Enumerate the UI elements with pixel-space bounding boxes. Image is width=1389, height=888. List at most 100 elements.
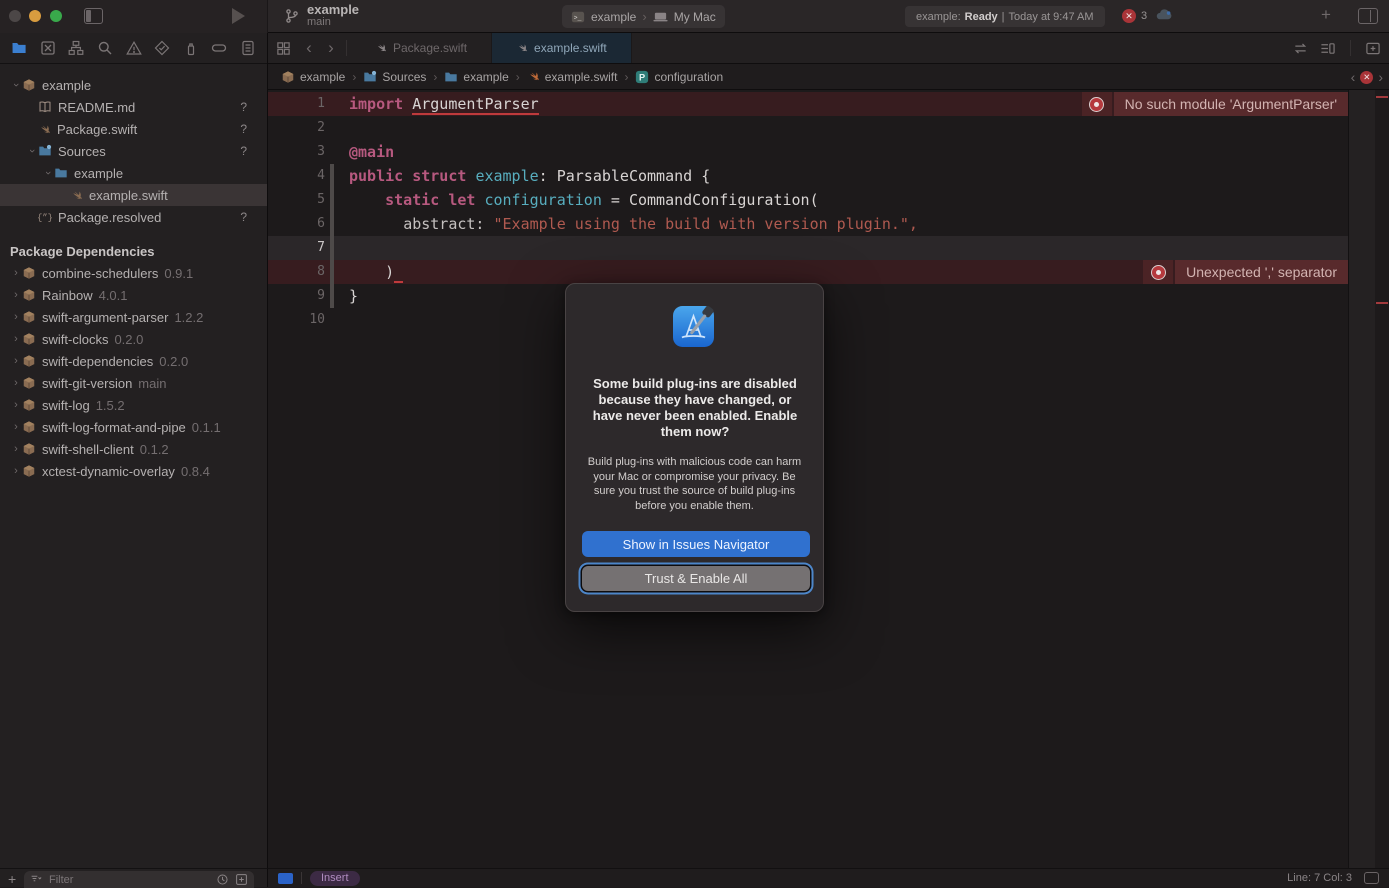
tree-item[interactable]: ›Sources?	[0, 140, 267, 162]
issue-dot-icon[interactable]: ✕	[1360, 71, 1373, 84]
issue-annotation[interactable]: Unexpected ',' separator	[1143, 260, 1348, 284]
forward-icon[interactable]: ›	[320, 33, 342, 63]
code-line[interactable]: 6 abstract: "Example using the build wit…	[268, 212, 1348, 236]
status-time: Today at 9:47 AM	[1009, 11, 1094, 23]
editor-settings-icon[interactable]	[1364, 872, 1379, 884]
related-items-swap-icon[interactable]	[1292, 41, 1309, 56]
project-navigator-tree: ›exampleREADME.md?Package.swift?›Sources…	[0, 74, 267, 482]
dependency-item[interactable]: ›swift-log1.5.2	[0, 394, 267, 416]
scrollbar-zone[interactable]	[1375, 90, 1389, 868]
editor-tab[interactable]: Package.swift	[351, 33, 492, 63]
code-line[interactable]: 3@main	[268, 140, 1348, 164]
disclosure-chevron-icon[interactable]: ›	[10, 311, 22, 323]
issue-navigator-tab[interactable]	[121, 35, 147, 61]
trust-and-enable-all-button[interactable]: Trust & Enable All	[582, 566, 810, 591]
status-project: example:	[916, 11, 961, 23]
filter-field[interactable]: Filter	[24, 871, 254, 888]
disclosure-chevron-icon[interactable]: ›	[10, 399, 22, 411]
chevron-separator: ›	[516, 70, 520, 84]
disclosure-chevron-icon[interactable]: ›	[10, 421, 22, 433]
recent-files-clock-icon[interactable]	[216, 873, 229, 886]
project-navigator-tab[interactable]	[6, 35, 32, 61]
code-line[interactable]: 5 static let configuration = CommandConf…	[268, 188, 1348, 212]
add-file-button[interactable]: +	[8, 871, 16, 887]
disclosure-chevron-icon[interactable]: ›	[10, 289, 22, 301]
dependency-item[interactable]: ›swift-dependencies0.2.0	[0, 350, 267, 372]
close-window-button[interactable]	[9, 10, 21, 22]
jump-bar-segment[interactable]: example	[281, 70, 345, 84]
activity-status[interactable]: example: Ready | Today at 9:47 AM	[905, 6, 1105, 27]
zoom-window-button[interactable]	[50, 10, 62, 22]
run-button[interactable]	[232, 8, 245, 24]
disclosure-chevron-icon[interactable]: ›	[10, 465, 22, 477]
test-navigator-icon	[154, 40, 170, 56]
dependency-item[interactable]: ›xctest-dynamic-overlay0.8.4	[0, 460, 267, 482]
library-add-icon[interactable]: +	[1316, 5, 1336, 25]
code-line[interactable]: 7	[268, 236, 1348, 260]
debug-navigator-tab[interactable]	[178, 35, 204, 61]
disclosure-chevron-icon[interactable]: ›	[10, 333, 22, 345]
tree-item[interactable]: Package.swift?	[0, 118, 267, 140]
line-number: 7	[268, 236, 325, 260]
dependency-item[interactable]: ›combine-schedulers0.9.1	[0, 262, 267, 284]
test-navigator-tab[interactable]	[149, 35, 175, 61]
package-icon	[281, 70, 295, 84]
line-number: 6	[268, 212, 325, 236]
scm-status-badge: ?	[240, 122, 247, 136]
show-in-issues-navigator-button[interactable]: Show in Issues Navigator	[582, 531, 810, 557]
toggle-inspector-icon[interactable]	[1358, 8, 1378, 24]
editor-grid-icon[interactable]	[268, 33, 298, 63]
disclosure-chevron-icon[interactable]: ›	[10, 79, 22, 91]
dependency-item[interactable]: ›swift-shell-client0.1.2	[0, 438, 267, 460]
tree-item[interactable]: example.swift	[0, 184, 267, 206]
previous-issue-icon[interactable]: ‹	[1351, 69, 1356, 85]
disclosure-chevron-icon[interactable]: ›	[42, 167, 54, 179]
find-navigator-tab[interactable]	[92, 35, 118, 61]
toggle-navigator-icon[interactable]	[84, 8, 103, 24]
breakpoint-navigator-icon	[211, 40, 227, 56]
code-line[interactable]: 1import ArgumentParserNo such module 'Ar…	[268, 92, 1348, 116]
dependency-item[interactable]: ›swift-argument-parser1.2.2	[0, 306, 267, 328]
scheme-target[interactable]: example	[591, 10, 636, 24]
disclosure-chevron-icon[interactable]: ›	[10, 443, 22, 455]
breakpoint-navigator-tab[interactable]	[206, 35, 232, 61]
jump-bar-segment[interactable]: Pconfiguration	[635, 70, 723, 84]
adjust-editor-options-icon[interactable]	[1319, 41, 1336, 56]
code-line[interactable]: 4public struct example: ParsableCommand …	[268, 164, 1348, 188]
add-editor-icon[interactable]	[1365, 41, 1381, 56]
dependency-item[interactable]: ›swift-log-format-and-pipe0.1.1	[0, 416, 267, 438]
tree-item[interactable]: {”}Package.resolved?	[0, 206, 267, 228]
minimize-window-button[interactable]	[29, 10, 41, 22]
jump-bar-segment[interactable]: example.swift	[527, 70, 618, 84]
report-navigator-tab[interactable]	[235, 35, 261, 61]
issues-badge[interactable]: ✕ 3	[1122, 9, 1147, 23]
code-line[interactable]: 2	[268, 116, 1348, 140]
disclosure-chevron-icon[interactable]: ›	[26, 145, 38, 157]
scm-changes-icon[interactable]	[235, 873, 248, 886]
disclosure-chevron-icon[interactable]: ›	[10, 377, 22, 389]
dependency-item[interactable]: ›swift-clocks0.2.0	[0, 328, 267, 350]
source-editor[interactable]: 1import ArgumentParserNo such module 'Ar…	[268, 90, 1389, 868]
tree-item[interactable]: README.md?	[0, 96, 267, 118]
dependency-item[interactable]: ›swift-git-versionmain	[0, 372, 267, 394]
editor-tab[interactable]: example.swift	[492, 33, 632, 63]
disclosure-chevron-icon[interactable]: ›	[10, 355, 22, 367]
navigator-filter-bar: + Filter	[0, 868, 268, 887]
status-divider: |	[1002, 11, 1005, 23]
symbol-navigator-tab[interactable]	[63, 35, 89, 61]
jump-bar-segment[interactable]: Sources	[363, 70, 426, 84]
scheme-destination[interactable]: My Mac	[674, 10, 716, 24]
dependency-item[interactable]: ›Rainbow4.0.1	[0, 284, 267, 306]
issue-annotation[interactable]: No such module 'ArgumentParser'	[1082, 92, 1348, 116]
source-control-navigator-tab[interactable]	[35, 35, 61, 61]
disclosure-chevron-icon[interactable]: ›	[10, 267, 22, 279]
next-issue-icon[interactable]: ›	[1378, 69, 1383, 85]
scheme-selector[interactable]: >_ example › My Mac	[562, 5, 725, 28]
dependency-name: combine-schedulers	[42, 266, 158, 281]
scm-status-badge: ?	[240, 100, 247, 114]
code-line[interactable]: 8 ) Unexpected ',' separator	[268, 260, 1348, 284]
tree-item[interactable]: ›example	[0, 162, 267, 184]
tree-item[interactable]: ›example	[0, 74, 267, 96]
jump-bar-segment[interactable]: example	[444, 70, 508, 84]
back-icon[interactable]: ‹	[298, 33, 320, 63]
